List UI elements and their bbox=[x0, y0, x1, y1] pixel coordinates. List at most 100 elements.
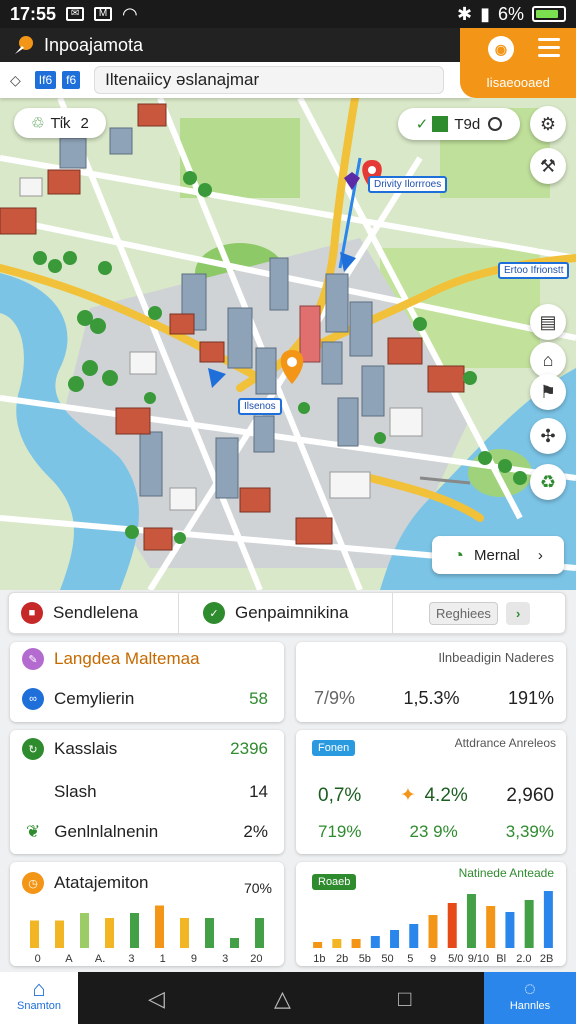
nav-right-label: Hannles bbox=[509, 1000, 551, 1012]
chart-bar bbox=[130, 913, 139, 948]
chart-tick-label: Bl bbox=[496, 953, 506, 964]
settings-gear-button[interactable]: ⚙ bbox=[530, 106, 566, 142]
chart-tick-label: 20 bbox=[250, 953, 262, 964]
card-list[interactable]: ↻ Kasslais 2396 Slash 14 ❦ Genlnlalnenin… bbox=[10, 730, 284, 854]
compass-icon: ✣ bbox=[540, 425, 556, 446]
attendance-value: 3,39% bbox=[505, 822, 554, 841]
next-arrow-icon[interactable]: › bbox=[505, 601, 531, 625]
refresh-icon: ◔ bbox=[453, 544, 464, 565]
city-map[interactable]: ♲ Tΐk 2 ✓ T9d ⚙ ⚒ ▤ ⌂ ⚑ ✣ ♻ Drivity Ilor… bbox=[0, 98, 576, 590]
attendance-value: 4.2% bbox=[424, 784, 468, 806]
card-landmark-row-value: 58 bbox=[249, 689, 268, 708]
chart-bar bbox=[180, 918, 189, 948]
card-chart-right[interactable]: Roaeb Natinede Anteade 1b 2b 5b 50 5 9 5/0 9/10… bbox=[296, 862, 566, 966]
check-icon: ✓ bbox=[415, 116, 429, 133]
target-icon[interactable]: ◉ bbox=[488, 36, 514, 62]
chart-bar bbox=[543, 891, 553, 948]
chart-bar bbox=[390, 930, 400, 948]
search-row: ◇ Ιf6 f6 bbox=[0, 62, 470, 98]
map-menu-button[interactable]: ◔ Mernal › bbox=[432, 536, 564, 574]
category-item-2[interactable]: ✓ Genpaimnikina bbox=[179, 593, 393, 633]
card-attendance[interactable]: Fonen Attdrance Anreleos 0,7% ✦ 4.2% 2,9… bbox=[296, 730, 566, 854]
list-item[interactable]: Slash 14 bbox=[22, 782, 268, 802]
attendance-badge: Fonen bbox=[312, 740, 356, 756]
app-screen: 17:55 ✉ M ◠ ✱ ▮ 6% Inpoajamota ◉ Iisaeoo… bbox=[0, 0, 576, 1024]
list-item-label: Slash bbox=[54, 782, 97, 801]
chart-tick-label: A bbox=[65, 953, 73, 964]
hamburger-menu-icon[interactable] bbox=[538, 38, 560, 62]
chart-tick-label: 50 bbox=[381, 953, 393, 964]
diamond-icon[interactable]: ◇ bbox=[10, 72, 21, 89]
pin-label-center[interactable]: Ilsenos bbox=[238, 398, 282, 415]
chart-bar bbox=[524, 900, 534, 948]
list-item-value: 14 bbox=[249, 782, 268, 801]
card-stats[interactable]: Ilnbeadigin Naderes 7/9% 1,5.3% 191% bbox=[296, 642, 566, 722]
back-icon[interactable]: ◁ bbox=[148, 986, 165, 1012]
chart-bar bbox=[80, 913, 89, 948]
attendance-value: 0,7% bbox=[318, 784, 362, 806]
category-item-3-label: Reghiees bbox=[429, 601, 498, 625]
notification-icon: M bbox=[94, 7, 113, 21]
chart-bar bbox=[486, 906, 496, 948]
chart-bar bbox=[370, 936, 380, 948]
link-icon: ∞ bbox=[22, 688, 44, 710]
recycle-map-button[interactable]: ♻ bbox=[530, 464, 566, 500]
chart-tick-label: 2b bbox=[336, 953, 348, 964]
chart-tick-label: 5/0 bbox=[448, 953, 463, 964]
card-chart-left[interactable]: ◷ Atatajemiton 70% 0 A A. 3 1 9 3 20 bbox=[10, 862, 284, 966]
chart-bar bbox=[409, 924, 419, 948]
category-strip: ■ Sendlelena ✓ Genpaimnikina Reghiees › bbox=[8, 592, 566, 634]
stat-value-1: 7/9% bbox=[314, 688, 356, 708]
attendance-row-2: 719% 23 9% 3,39% bbox=[318, 822, 554, 842]
map-chip-right-label: T9d bbox=[454, 115, 481, 133]
chart-tick-label: A. bbox=[95, 953, 105, 964]
layers-icon: ▤ bbox=[539, 311, 557, 332]
clock-icon: ◷ bbox=[22, 872, 44, 894]
compass-button[interactable]: ✣ bbox=[530, 418, 566, 454]
card-landmark[interactable]: ✎ Langdea Maltemaa ∞ Cemylierin 58 bbox=[10, 642, 284, 722]
tools-button[interactable]: ⚒ bbox=[530, 148, 566, 184]
chart-left-header: ◷ Atatajemiton bbox=[22, 872, 268, 894]
filter-tag-2[interactable]: f6 bbox=[62, 71, 81, 89]
chart-bar bbox=[332, 939, 342, 948]
pin-label-right[interactable]: Ertoo Ifrionstt bbox=[498, 262, 570, 279]
map-chip-left[interactable]: ♲ Tΐk 2 bbox=[14, 108, 106, 138]
chart-bar bbox=[313, 942, 323, 948]
chart-left-title: Atatajemiton bbox=[54, 873, 149, 892]
search-input[interactable] bbox=[94, 66, 445, 94]
orange-action-label: Iisaeooaed bbox=[486, 75, 550, 90]
attendance-row-1: 0,7% ✦ 4.2% 2,960 bbox=[318, 784, 554, 807]
chart-bar bbox=[155, 905, 164, 948]
map-graphic bbox=[0, 98, 576, 590]
chevron-right-icon: › bbox=[537, 546, 543, 564]
refresh-small-icon: ↻ bbox=[22, 738, 44, 760]
chart-tick-label: 9/10 bbox=[468, 953, 489, 964]
chart-tick-label: 5b bbox=[359, 953, 371, 964]
home-map-button[interactable]: ⌂ bbox=[530, 342, 566, 378]
map-chip-right[interactable]: ✓ T9d bbox=[398, 108, 520, 140]
home-system-icon[interactable]: △ bbox=[274, 986, 291, 1012]
list-item[interactable]: ↻ Kasslais 2396 bbox=[22, 738, 268, 760]
poi-button[interactable]: ⚑ bbox=[530, 374, 566, 410]
chart-bar bbox=[55, 920, 64, 948]
list-item[interactable]: ❦ Genlnlalnenin 2% bbox=[22, 822, 268, 842]
chart-bar bbox=[466, 894, 476, 948]
pin-label-top[interactable]: Drivity Ilorrroes bbox=[368, 176, 448, 193]
list-item-value: 2396 bbox=[230, 739, 268, 758]
circle-toggle-icon[interactable] bbox=[488, 117, 503, 131]
nav-home[interactable]: ⌂ Snamton bbox=[0, 972, 78, 1024]
category-item-3[interactable]: Reghiees › bbox=[393, 593, 531, 633]
list-item-value: 2% bbox=[243, 822, 268, 841]
chart-bar bbox=[105, 918, 114, 948]
chart-bar bbox=[505, 912, 515, 948]
category-item-1[interactable]: ■ Sendlelena bbox=[9, 593, 179, 633]
orange-action-panel[interactable]: ◉ Iisaeooaed bbox=[460, 28, 576, 98]
recents-icon[interactable]: □ bbox=[398, 986, 411, 1012]
nav-right[interactable]: ◌ Hannles bbox=[484, 972, 576, 1024]
chart-tick-label: 0 bbox=[35, 953, 41, 964]
flame-icon: ✦ bbox=[399, 785, 416, 806]
layers-button[interactable]: ▤ bbox=[530, 304, 566, 340]
filter-tag-1[interactable]: Ιf6 bbox=[34, 71, 57, 89]
bluetooth-icon: ✱ bbox=[456, 3, 473, 24]
battery-icon bbox=[532, 6, 566, 22]
